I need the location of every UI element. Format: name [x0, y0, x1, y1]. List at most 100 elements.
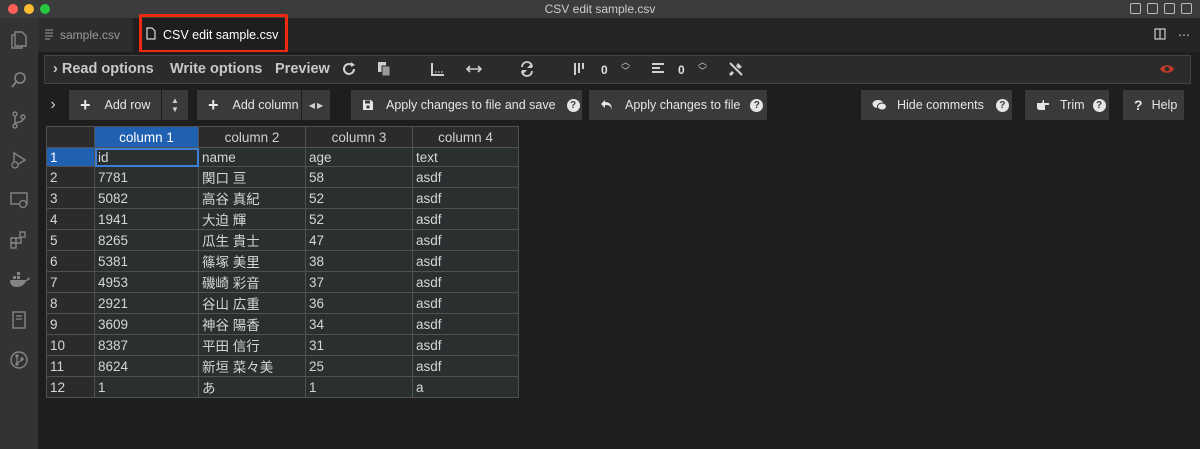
expand-columns-icon[interactable]	[465, 61, 483, 82]
table-cell[interactable]: 5381	[94, 250, 199, 273]
corner-cell[interactable]	[46, 126, 95, 148]
row-number[interactable]: 3	[46, 187, 95, 210]
apply-save-button[interactable]: Apply changes to file and save ?	[351, 90, 582, 120]
hide-comments-button[interactable]: Hide comments ?	[861, 90, 1012, 120]
table-cell[interactable]: 平田 信行	[198, 334, 306, 357]
apply-help-icon[interactable]: ?	[750, 98, 764, 112]
table-cell[interactable]: 神谷 陽香	[198, 313, 306, 336]
source-control-icon[interactable]	[7, 108, 31, 132]
table-cell[interactable]: 1	[94, 376, 199, 399]
split-editor-icon[interactable]	[1154, 28, 1166, 43]
table-cell[interactable]: 3609	[94, 313, 199, 336]
table-cell[interactable]: asdf	[412, 187, 519, 210]
remote-explorer-icon[interactable]	[7, 188, 31, 212]
table-cell[interactable]: 関口 亘	[198, 166, 306, 189]
row-number[interactable]: 12	[46, 376, 95, 399]
table-cell[interactable]: 高谷 真紀	[198, 187, 306, 210]
add-column-button[interactable]: + Add column	[197, 90, 301, 120]
add-column-direction-toggle[interactable]: ◀ ▶	[302, 90, 330, 120]
disable-highlight-icon[interactable]	[728, 61, 744, 82]
extensions-icon[interactable]	[7, 228, 31, 252]
table-cell[interactable]: 34	[305, 313, 413, 336]
table-cell[interactable]: 31	[305, 334, 413, 357]
table-cell[interactable]: asdf	[412, 355, 519, 378]
read-options-toggle[interactable]: › Read options	[53, 61, 154, 77]
table-cell[interactable]: 新垣 菜々美	[198, 355, 306, 378]
fixed-rows-stepper[interactable]: ︿ ﹀	[698, 58, 707, 76]
customize-layout-icon[interactable]	[1181, 3, 1192, 14]
table-cell[interactable]: asdf	[412, 208, 519, 231]
row-number[interactable]: 11	[46, 355, 95, 378]
run-debug-icon[interactable]	[7, 148, 31, 172]
table-cell[interactable]: 52	[305, 208, 413, 231]
notebook-icon[interactable]	[7, 308, 31, 332]
table-cell[interactable]: 2921	[94, 292, 199, 315]
table-cell[interactable]: 瓜生 貴士	[198, 229, 306, 252]
sync-icon[interactable]	[519, 61, 535, 82]
table-cell[interactable]: 38	[305, 250, 413, 273]
table-cell[interactable]: 大迫 輝	[198, 208, 306, 231]
preview-eye-icon[interactable]	[1159, 62, 1175, 80]
row-number[interactable]: 10	[46, 334, 95, 357]
toggle-panel-icon[interactable]	[1147, 3, 1158, 14]
table-cell[interactable]: id	[94, 146, 199, 168]
more-actions-icon[interactable]: ⋯	[1178, 28, 1190, 43]
toggle-sidebar-icon[interactable]	[1130, 3, 1141, 14]
table-cell[interactable]: 36	[305, 292, 413, 315]
apply-save-help-icon[interactable]: ?	[566, 98, 580, 112]
table-cell[interactable]: 谷山 広重	[198, 292, 306, 315]
row-number[interactable]: 8	[46, 292, 95, 315]
table-cell[interactable]: 52	[305, 187, 413, 210]
row-number[interactable]: 1	[46, 146, 95, 168]
apply-changes-button[interactable]: Apply changes to file ?	[589, 90, 767, 120]
toggle-secondary-sidebar-icon[interactable]	[1164, 3, 1175, 14]
table-cell[interactable]: 7781	[94, 166, 199, 189]
column-header[interactable]: column 1	[94, 126, 199, 148]
table-cell[interactable]: 4953	[94, 271, 199, 294]
table-cell[interactable]: asdf	[412, 271, 519, 294]
table-cell[interactable]: a	[412, 376, 519, 399]
write-options-toggle[interactable]: Write options	[170, 61, 262, 77]
table-cell[interactable]: 5082	[94, 187, 199, 210]
fixed-columns-stepper[interactable]: ︿ ﹀	[621, 58, 630, 76]
add-row-button[interactable]: + Add row	[69, 90, 161, 120]
table-cell[interactable]: 8624	[94, 355, 199, 378]
table-cell[interactable]: 8265	[94, 229, 199, 252]
table-cell[interactable]: name	[198, 146, 306, 168]
table-cell[interactable]: age	[305, 146, 413, 168]
expand-toolbar-toggle[interactable]: ›	[44, 90, 62, 120]
table-cell[interactable]: asdf	[412, 334, 519, 357]
help-button[interactable]: ? Help	[1123, 90, 1184, 120]
table-cell[interactable]: 磯崎 彩音	[198, 271, 306, 294]
table-cell[interactable]: asdf	[412, 229, 519, 252]
column-header[interactable]: column 4	[412, 126, 519, 148]
table-cell[interactable]: 58	[305, 166, 413, 189]
resize-columns-icon[interactable]	[430, 61, 446, 82]
hide-comments-help-icon[interactable]: ?	[995, 98, 1009, 112]
table-cell[interactable]: text	[412, 146, 519, 168]
table-cell[interactable]: 篠塚 美里	[198, 250, 306, 273]
row-number[interactable]: 5	[46, 229, 95, 252]
table-cell[interactable]: asdf	[412, 166, 519, 189]
table-cell[interactable]: 8387	[94, 334, 199, 357]
docker-icon[interactable]	[7, 268, 31, 292]
row-number[interactable]: 4	[46, 208, 95, 231]
table-cell[interactable]: asdf	[412, 292, 519, 315]
git-graph-icon[interactable]	[7, 348, 31, 372]
table-cell[interactable]: 1	[305, 376, 413, 399]
table-cell[interactable]: 47	[305, 229, 413, 252]
preview-toggle[interactable]: Preview	[275, 61, 330, 77]
table-cell[interactable]: asdf	[412, 250, 519, 273]
reload-icon[interactable]	[341, 61, 357, 82]
row-number[interactable]: 2	[46, 166, 95, 189]
table-cell[interactable]: 1941	[94, 208, 199, 231]
search-icon[interactable]	[7, 68, 31, 92]
column-header[interactable]: column 2	[198, 126, 306, 148]
files-icon[interactable]	[7, 28, 31, 52]
trim-help-icon[interactable]: ?	[1092, 98, 1106, 112]
table-cell[interactable]: asdf	[412, 313, 519, 336]
row-number[interactable]: 7	[46, 271, 95, 294]
table-cell[interactable]: 37	[305, 271, 413, 294]
add-row-direction-toggle[interactable]: ▲ ▼	[162, 90, 188, 120]
table-cell[interactable]: 25	[305, 355, 413, 378]
